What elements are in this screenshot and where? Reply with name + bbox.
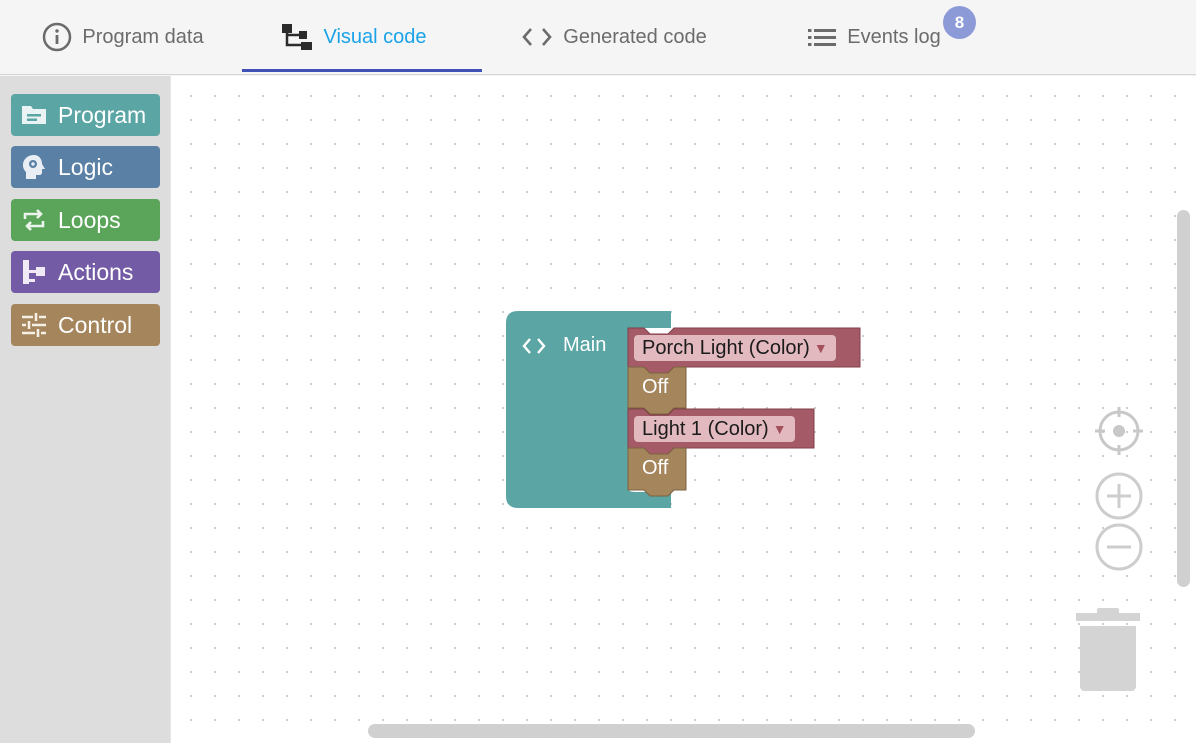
dropdown-arrow-icon: ▼ [813, 340, 828, 356]
code-brackets-icon [521, 335, 547, 363]
main-block-label: Main [563, 334, 607, 356]
zoom-out-icon[interactable] [1094, 522, 1144, 572]
trash-icon[interactable] [1075, 606, 1141, 694]
main-block-shape[interactable] [0, 0, 1196, 743]
device-dropdown-2[interactable]: Light 1 (Color) ▼ [634, 416, 795, 442]
zoom-in-icon[interactable] [1094, 471, 1144, 521]
device-dropdown-label: Light 1 (Color) [642, 417, 769, 440]
vertical-scrollbar[interactable] [1177, 210, 1190, 587]
value-label-1[interactable]: Off [642, 376, 668, 399]
device-dropdown-1[interactable]: Porch Light (Color) ▼ [634, 335, 836, 361]
value-label-2[interactable]: Off [642, 457, 668, 480]
dropdown-arrow-icon: ▼ [772, 421, 787, 437]
recenter-icon[interactable] [1094, 407, 1144, 457]
horizontal-scrollbar[interactable] [368, 724, 975, 738]
device-dropdown-label: Porch Light (Color) [642, 336, 810, 359]
